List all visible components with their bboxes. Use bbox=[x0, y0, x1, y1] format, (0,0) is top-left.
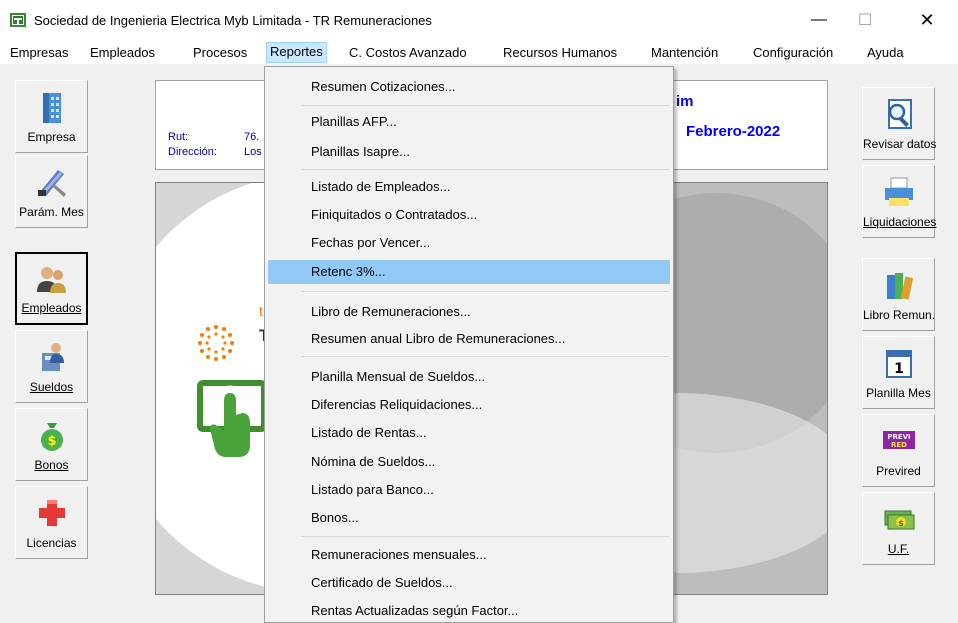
menuitem-bonos[interactable]: Bonos... bbox=[268, 506, 670, 530]
menu-bar: Empresas Empleados Procesos Reportes C. … bbox=[0, 40, 958, 64]
menuitem-diferencias-reliquidaciones[interactable]: Diferencias Reliquidaciones... bbox=[268, 393, 670, 417]
touch-screen-icon bbox=[197, 380, 267, 457]
planilla-mes-label: Planilla Mes bbox=[866, 386, 931, 400]
money-stack-icon: $ bbox=[884, 510, 914, 530]
sun-logo-icon bbox=[198, 325, 234, 361]
menuitem-certificado-sueldos[interactable]: Certificado de Sueldos... bbox=[268, 571, 670, 595]
menu-empresas[interactable]: Empresas bbox=[7, 43, 72, 62]
previred-button[interactable]: PREVI RED Previred bbox=[862, 414, 935, 487]
calculator-person-icon bbox=[41, 343, 64, 371]
param-mes-label: Parám. Mes bbox=[19, 205, 84, 219]
empresa-button[interactable]: Empresa bbox=[15, 80, 88, 153]
building-icon bbox=[42, 93, 61, 123]
company-name-fragment: im bbox=[676, 93, 694, 110]
logo-letter-small: t bbox=[259, 303, 263, 319]
printer-icon bbox=[884, 177, 913, 206]
menuitem-planilla-mensual-sueldos[interactable]: Planilla Mensual de Sueldos... bbox=[268, 365, 670, 389]
menu-separator bbox=[301, 105, 669, 106]
libro-remun-button[interactable]: Libro Remun. bbox=[862, 258, 935, 331]
reportes-dropdown-menu: Resumen Cotizaciones... Planillas AFP...… bbox=[264, 66, 674, 623]
window-title: Sociedad de Ingenieria Electrica Myb Lim… bbox=[34, 13, 432, 28]
menu-separator bbox=[301, 356, 669, 357]
bonos-button[interactable]: $ Bonos bbox=[15, 408, 88, 481]
svg-text:$: $ bbox=[898, 519, 904, 528]
menu-separator bbox=[301, 291, 669, 292]
menuitem-remuneraciones-mensuales[interactable]: Remuneraciones mensuales... bbox=[268, 543, 670, 567]
empleados-label: Empleados bbox=[21, 301, 82, 315]
menuitem-resumen-anual-libro[interactable]: Resumen anual Libro de Remuneraciones... bbox=[268, 327, 670, 351]
calendar-day-text: 1 bbox=[894, 361, 904, 377]
app-icon bbox=[10, 13, 26, 27]
menu-recursos-humanos[interactable]: Recursos Humanos bbox=[500, 43, 620, 62]
svg-text:PREVI: PREVI bbox=[887, 433, 910, 441]
period-label: Febrero-2022 bbox=[686, 123, 781, 140]
menu-reportes[interactable]: Reportes bbox=[266, 42, 327, 63]
red-cross-icon bbox=[38, 500, 65, 526]
menuitem-listado-empleados[interactable]: Listado de Empleados... bbox=[268, 175, 670, 199]
magnifier-document-icon bbox=[887, 99, 912, 129]
minimize-button[interactable]: — bbox=[796, 6, 842, 34]
menu-empleados[interactable]: Empleados bbox=[87, 43, 158, 62]
books-icon bbox=[886, 273, 913, 300]
menuitem-rentas-actualizadas[interactable]: Rentas Actualizadas según Factor... bbox=[268, 599, 670, 623]
direccion-value: Los bbox=[244, 146, 262, 158]
libro-remun-label: Libro Remun. bbox=[863, 308, 936, 322]
bonos-label: Bonos bbox=[34, 458, 69, 472]
previred-logo-icon: PREVI RED bbox=[882, 431, 915, 449]
previred-label: Previred bbox=[876, 464, 921, 478]
licencias-label: Licencias bbox=[26, 536, 77, 550]
rut-value: 76. bbox=[244, 131, 260, 143]
menuitem-listado-banco[interactable]: Listado para Banco... bbox=[268, 478, 670, 502]
menuitem-planillas-isapre[interactable]: Planillas Isapre... bbox=[268, 140, 670, 164]
menu-separator bbox=[301, 536, 669, 537]
menu-procesos[interactable]: Procesos bbox=[190, 43, 250, 62]
menu-mantencion[interactable]: Mantención bbox=[648, 43, 721, 62]
planilla-mes-button[interactable]: 1 Planilla Mes bbox=[862, 336, 935, 409]
revisar-datos-label: Revisar datos bbox=[863, 137, 937, 151]
menuitem-fechas-por-vencer[interactable]: Fechas por Vencer... bbox=[268, 231, 670, 255]
close-button[interactable]: ✕ bbox=[904, 6, 950, 34]
tools-icon bbox=[37, 170, 66, 197]
people-icon bbox=[36, 267, 66, 293]
menu-ayuda[interactable]: Ayuda bbox=[864, 43, 907, 62]
rut-label: Rut: bbox=[168, 131, 189, 143]
money-bag-icon: $ bbox=[40, 423, 63, 451]
sueldos-label: Sueldos bbox=[29, 380, 74, 394]
menuitem-listado-rentas[interactable]: Listado de Rentas... bbox=[268, 421, 670, 445]
menuitem-retenc-3[interactable]: Retenc 3%... bbox=[268, 260, 670, 284]
svg-text:RED: RED bbox=[891, 441, 907, 449]
uf-label: U.F. bbox=[887, 542, 910, 556]
menuitem-planillas-afp[interactable]: Planillas AFP... bbox=[268, 110, 670, 134]
empresa-label: Empresa bbox=[27, 130, 76, 144]
uf-button[interactable]: $ U.F. bbox=[862, 492, 935, 565]
menuitem-nomina-sueldos[interactable]: Nómina de Sueldos... bbox=[268, 450, 670, 474]
menu-c-costos-avanzado[interactable]: C. Costos Avanzado bbox=[346, 43, 470, 62]
revisar-datos-text: Revisar datos bbox=[863, 137, 937, 151]
licencias-button[interactable]: Licencias bbox=[15, 486, 88, 559]
svg-text:$: $ bbox=[47, 434, 56, 449]
menu-separator bbox=[301, 169, 669, 170]
param-mes-button[interactable]: Parám. Mes bbox=[15, 155, 88, 228]
menuitem-libro-remuneraciones[interactable]: Libro de Remuneraciones... bbox=[268, 300, 670, 324]
liquidaciones-label: Liquidaciones bbox=[863, 215, 937, 229]
maximize-button[interactable]: ☐ bbox=[842, 6, 888, 34]
menu-configuracion[interactable]: Configuración bbox=[750, 43, 836, 62]
revisar-datos-button[interactable]: Revisar datos bbox=[862, 87, 937, 160]
title-bar[interactable]: Sociedad de Ingenieria Electrica Myb Lim… bbox=[0, 0, 958, 40]
menuitem-resumen-cotizaciones[interactable]: Resumen Cotizaciones... bbox=[268, 75, 670, 99]
menuitem-finiquitados[interactable]: Finiquitados o Contratados... bbox=[268, 203, 670, 227]
empleados-button[interactable]: Empleados bbox=[15, 252, 88, 325]
liquidaciones-button[interactable]: Liquidaciones bbox=[862, 165, 937, 238]
sueldos-button[interactable]: Sueldos bbox=[15, 330, 88, 403]
calendar-icon: 1 bbox=[885, 350, 912, 378]
direccion-label: Dirección: bbox=[168, 146, 217, 158]
